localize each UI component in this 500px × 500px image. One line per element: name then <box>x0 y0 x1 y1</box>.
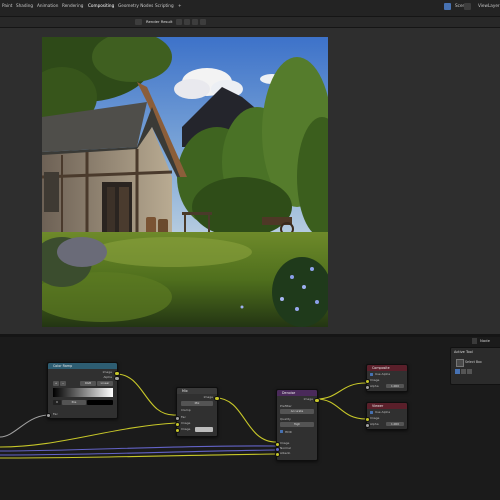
denoise-image-label: Image <box>280 441 290 445</box>
interpolation-dropdown[interactable]: Linear <box>97 381 113 386</box>
image-name-field[interactable]: Render Result <box>146 19 172 24</box>
active-tool-panel: Active Tool Select Box <box>450 347 500 385</box>
prefilter-dropdown[interactable]: Accurate <box>280 409 314 414</box>
color-mode-dropdown[interactable]: RGB <box>80 381 96 386</box>
select-mode-subtract-icon[interactable] <box>467 369 472 374</box>
tab-rendering[interactable]: Rendering <box>62 3 83 8</box>
render-result-image <box>42 37 328 327</box>
workspace-bar: Paint Shading Animation Rendering Compos… <box>0 0 500 17</box>
add-stop-button[interactable]: + <box>53 381 59 386</box>
hdr-label: HDR <box>285 430 292 434</box>
composite-image-label: Image <box>370 378 380 382</box>
tab-add[interactable]: + <box>178 3 182 8</box>
stop-color-swatch[interactable] <box>87 400 113 405</box>
active-tool-title: Active Tool <box>454 350 473 354</box>
image-editor-header: Render Result <box>0 17 500 28</box>
pin-icon[interactable] <box>184 19 190 25</box>
select-box-icon[interactable] <box>456 359 464 367</box>
sidebar-tab-icon[interactable] <box>472 338 477 344</box>
mix-fac-label: Fac <box>181 415 186 419</box>
clamp-checkbox-label[interactable]: Clamp <box>181 408 191 412</box>
color-ramp-header[interactable]: Color Ramp <box>48 363 117 369</box>
slot-icon[interactable] <box>192 19 198 25</box>
denoise-normal-label: Normal <box>280 446 291 450</box>
tab-paint[interactable]: Paint <box>2 3 12 8</box>
output-alpha-label: Alpha <box>103 375 112 379</box>
mix-image-a-socket[interactable] <box>174 421 180 427</box>
denoise-node[interactable]: Denoise Image Prefilter Accurate Quality… <box>274 389 320 461</box>
denoise-header[interactable]: Denoise <box>277 390 317 396</box>
prefilter-label: Prefilter <box>280 404 292 408</box>
mix-fac-socket[interactable] <box>174 415 180 421</box>
output-alpha-socket[interactable] <box>114 375 120 381</box>
node-editor[interactable]: Color Ramp Image Alpha + − RGB Linear 0 … <box>0 337 500 500</box>
mix-image-b-label: Image <box>181 427 191 431</box>
sidebar-tab-node[interactable]: Node <box>480 338 490 343</box>
denoise-albedo-socket[interactable] <box>274 451 280 457</box>
mix-image-b-socket[interactable] <box>174 427 180 433</box>
hdr-checkbox[interactable] <box>280 430 283 433</box>
tab-compositing[interactable]: Compositing <box>88 3 114 8</box>
tab-animation[interactable]: Animation <box>37 3 58 8</box>
color-ramp-node[interactable]: Color Ramp Image Alpha + − RGB Linear 0 … <box>45 362 120 419</box>
stop-position-field[interactable]: Pos <box>62 400 86 405</box>
rendered-scene-illustration <box>42 37 328 327</box>
blend-mode-dropdown[interactable]: Mix <box>181 401 213 406</box>
quality-dropdown[interactable]: High <box>280 422 314 427</box>
tab-shading[interactable]: Shading <box>16 3 33 8</box>
viewer-use-alpha-label: Use Alpha <box>375 410 391 414</box>
input-fac-label: Fac <box>53 412 58 416</box>
composite-use-alpha-label: Use Alpha <box>375 372 391 376</box>
composite-header[interactable]: Composite <box>367 365 407 371</box>
composite-alpha-field[interactable]: 1.000 <box>386 384 404 388</box>
browse-image-icon[interactable] <box>176 19 182 25</box>
select-box-label: Select Box <box>465 360 482 364</box>
mix-image-a-label: Image <box>181 421 191 425</box>
quality-label: Quality <box>280 417 291 421</box>
composite-node[interactable]: Composite Use Alpha Image Alpha 1.000 <box>364 364 408 392</box>
mix-node[interactable]: Mix Image Mix Clamp Fac Image Image <box>174 387 220 437</box>
scene-icon[interactable] <box>444 3 451 10</box>
viewer-image-label: Image <box>370 416 380 420</box>
denoise-albedo-label: Albedo <box>280 451 291 455</box>
image-editor-type-icon[interactable] <box>135 19 142 25</box>
viewer-alpha-socket[interactable] <box>364 422 370 428</box>
viewer-header[interactable]: Viewer <box>367 403 407 409</box>
copy-icon[interactable] <box>464 3 471 10</box>
viewer-node[interactable]: Viewer Use Alpha Image Alpha 1.000 <box>364 402 408 430</box>
mix-header[interactable]: Mix <box>177 388 217 394</box>
mix-output-socket[interactable] <box>214 395 220 401</box>
select-mode-new-icon[interactable] <box>455 369 460 374</box>
display-channels-icon[interactable] <box>200 19 206 25</box>
composite-alpha-socket[interactable] <box>364 384 370 390</box>
view-layer-name[interactable]: ViewLayer <box>478 3 500 8</box>
input-fac-socket[interactable] <box>45 412 51 418</box>
mix-output-label: Image <box>203 395 213 399</box>
stop-index-field[interactable]: 0 <box>53 400 61 405</box>
composite-alpha-label: Alpha <box>370 384 379 388</box>
viewer-alpha-field[interactable]: 1.000 <box>386 422 404 426</box>
mix-color-swatch[interactable] <box>195 427 213 432</box>
viewer-use-alpha-checkbox[interactable] <box>370 411 373 414</box>
viewer-alpha-label: Alpha <box>370 422 379 426</box>
remove-stop-button[interactable]: − <box>60 381 66 386</box>
denoise-output-socket[interactable] <box>314 397 320 403</box>
composite-use-alpha-checkbox[interactable] <box>370 373 373 376</box>
color-ramp-gradient[interactable] <box>53 388 113 397</box>
select-mode-extend-icon[interactable] <box>461 369 466 374</box>
tab-geometry-nodes[interactable]: Geometry Nodes <box>118 3 153 8</box>
tab-scripting[interactable]: Scripting <box>155 3 174 8</box>
output-image-label: Image <box>102 370 112 374</box>
denoise-output-label: Image <box>303 397 313 401</box>
